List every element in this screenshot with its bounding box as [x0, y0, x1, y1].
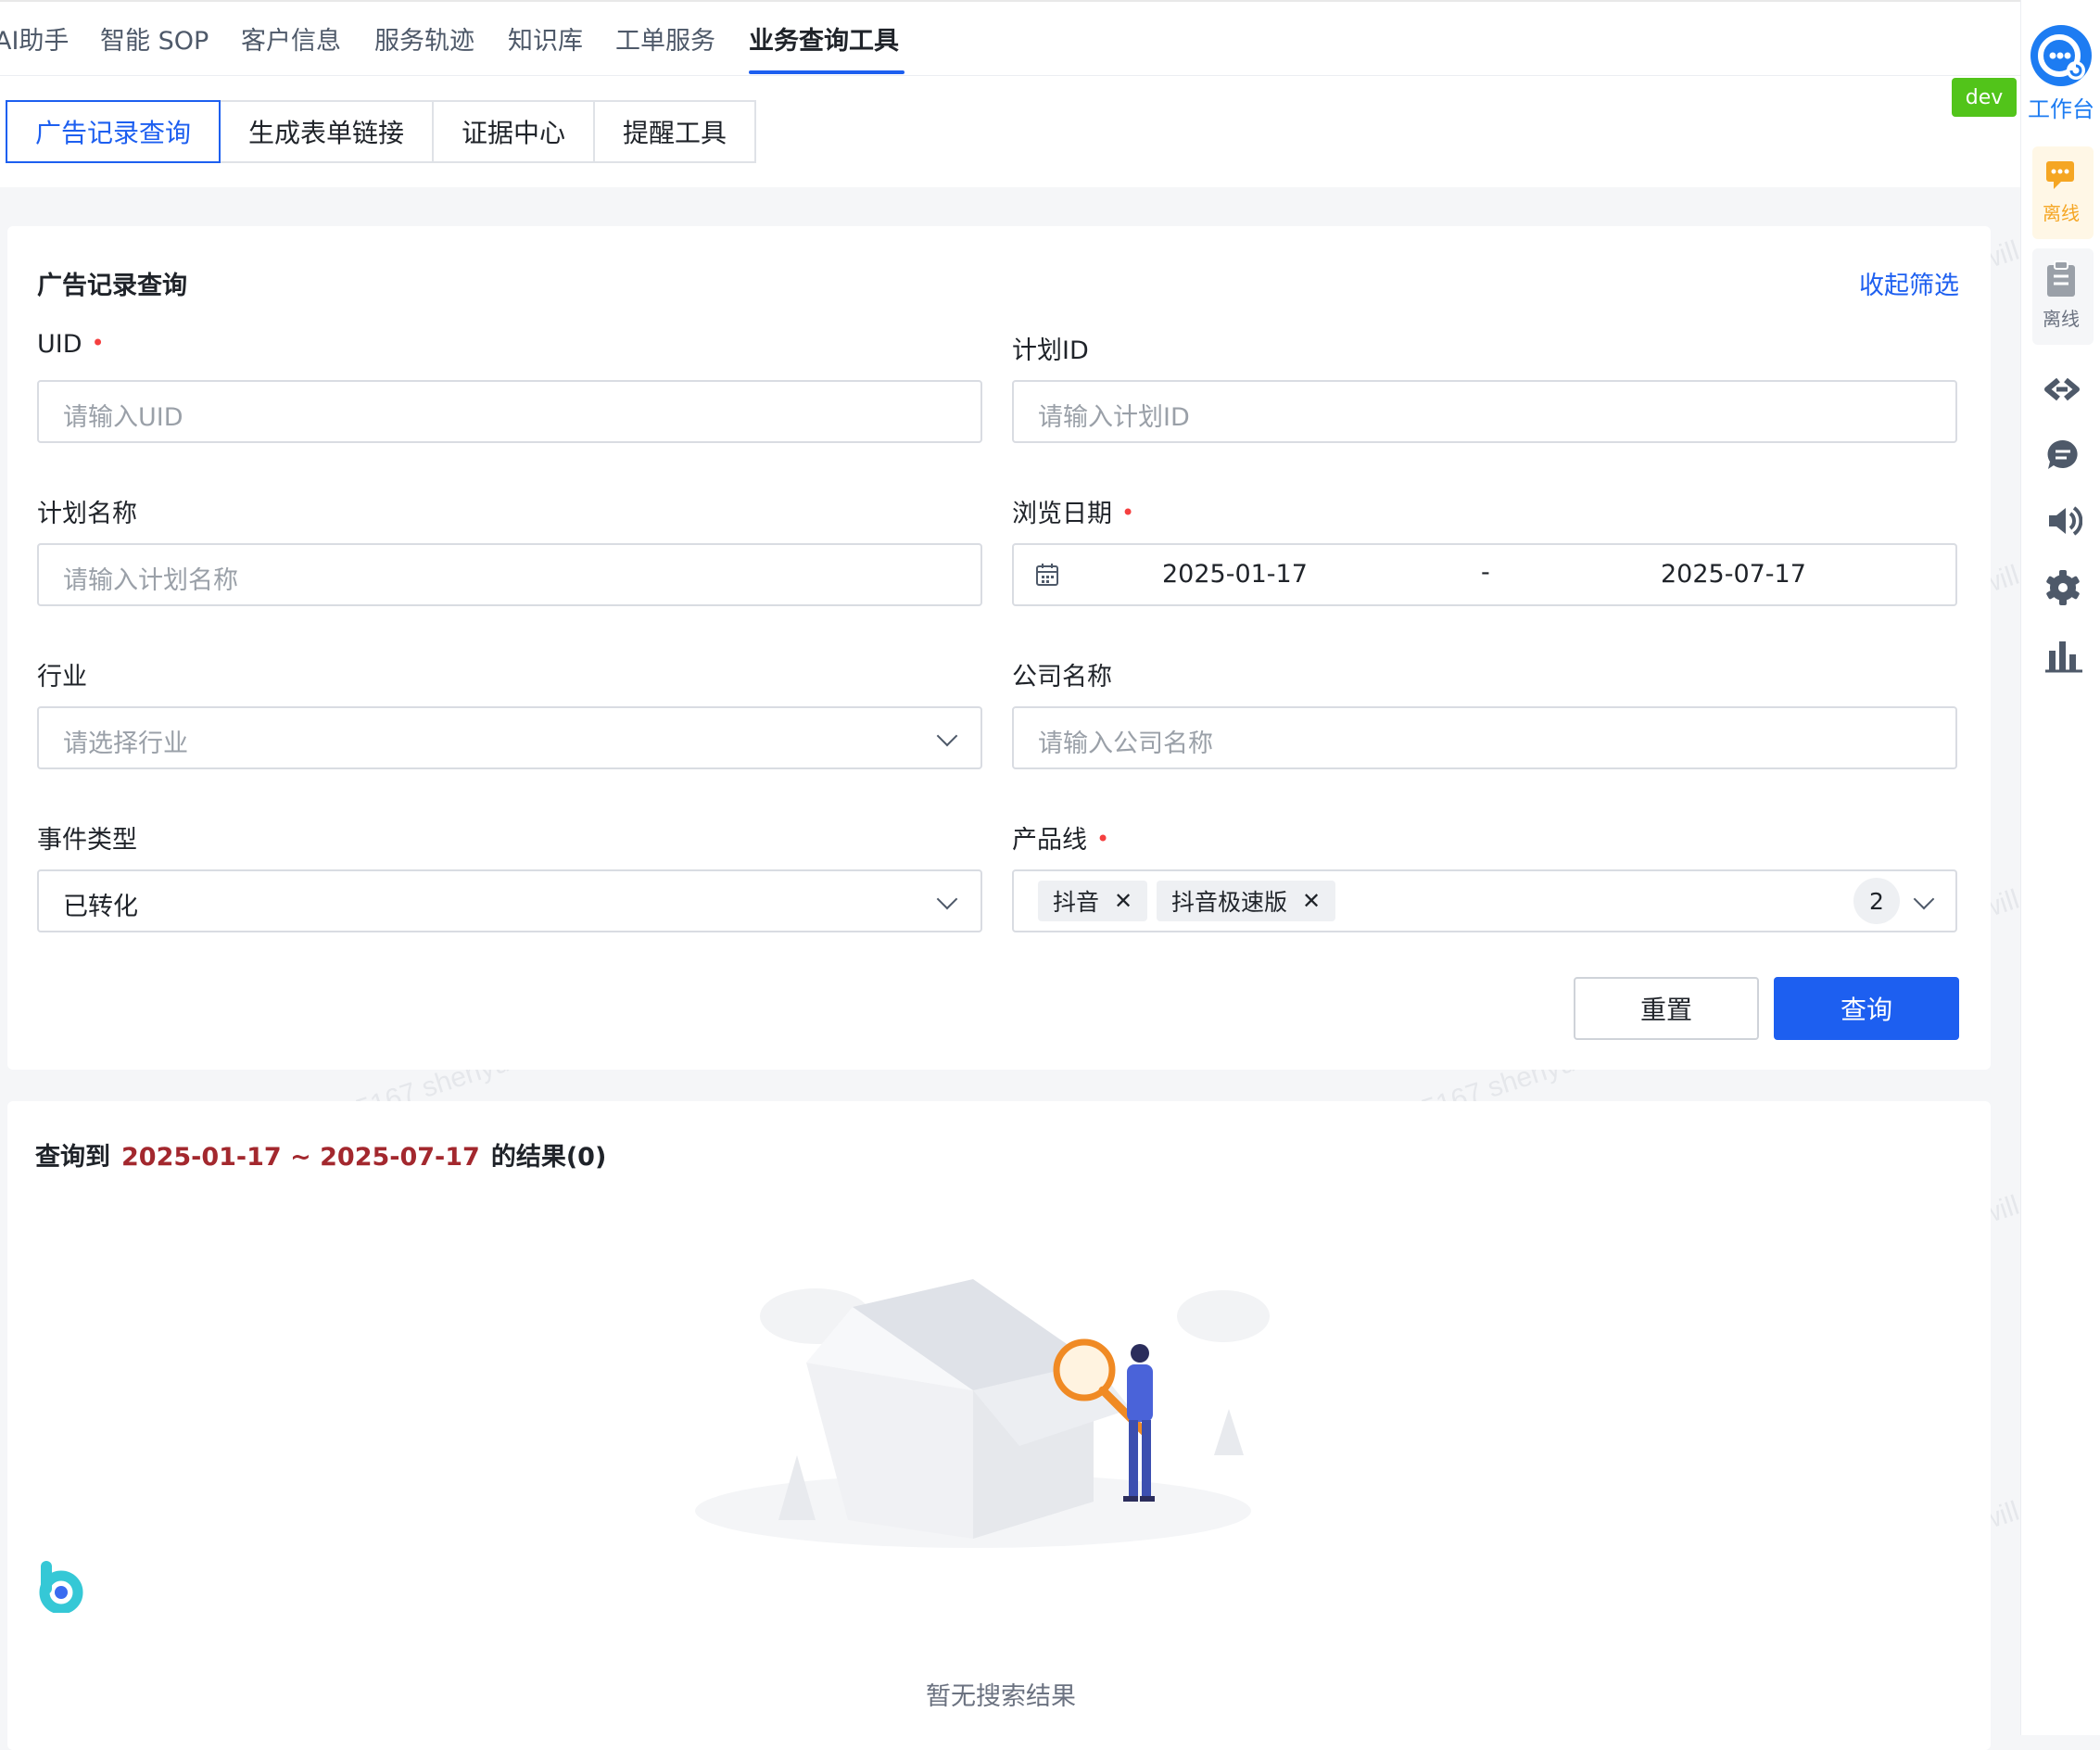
- uid-label: UID •: [37, 330, 105, 359]
- calendar-icon: [1036, 564, 1058, 586]
- chat-bubble-icon: [2046, 161, 2074, 189]
- product-line-select[interactable]: 抖音 ✕ 抖音极速版 ✕ 2: [1012, 869, 1957, 932]
- subtab-ad-record-query[interactable]: 广告记录查询: [6, 100, 221, 163]
- result-prefix: 查询到: [35, 1143, 110, 1172]
- top-nav: AI助手 智能 SOP 客户信息 服务轨迹 知识库 工单服务 业务查询工具: [0, 0, 2020, 76]
- workbench-label: 工作台: [2028, 96, 2094, 122]
- industry-select[interactable]: 请选择行业: [37, 706, 982, 769]
- tab-knowledge-base[interactable]: 知识库: [508, 20, 583, 57]
- subtab-generate-form-link[interactable]: 生成表单链接: [219, 100, 434, 163]
- uid-placeholder: 请输入UID: [63, 403, 183, 432]
- result-suffix: 的结果(0): [490, 1143, 607, 1172]
- date-end[interactable]: 2025-07-17: [1661, 560, 1806, 589]
- chevron-down-icon: [936, 888, 958, 910]
- env-badge: dev: [1952, 78, 2017, 117]
- event-type-select[interactable]: 已转化: [37, 869, 982, 932]
- reset-button[interactable]: 重置: [1574, 977, 1759, 1040]
- offline-chat-status[interactable]: 离线: [2032, 146, 2094, 239]
- industry-label: 行业: [37, 663, 87, 691]
- filter-title: 广告记录查询: [37, 272, 187, 300]
- result-date-range: 2025-01-17 ~ 2025-07-17: [121, 1143, 480, 1172]
- query-button[interactable]: 查询: [1774, 977, 1959, 1040]
- collapse-filter-link[interactable]: 收起筛选: [1859, 265, 1959, 301]
- subtab-reminder-tool[interactable]: 提醒工具: [593, 100, 756, 163]
- product-line-label-text: 产品线: [1012, 826, 1087, 855]
- company-name-placeholder: 请输入公司名称: [1038, 729, 1213, 758]
- workbench-entry[interactable]: 工作台: [2021, 22, 2100, 123]
- product-line-label: 产品线 •: [1012, 819, 1109, 856]
- empty-box-illustration: [695, 1279, 1270, 1548]
- event-type-value: 已转化: [63, 893, 138, 921]
- offline-chat-item: 离线: [2021, 156, 2100, 225]
- active-tab-indicator: [749, 70, 905, 74]
- industry-placeholder: 请选择行业: [63, 729, 188, 758]
- tab-business-query[interactable]: 业务查询工具: [749, 20, 899, 57]
- uid-input[interactable]: 请输入UID: [37, 380, 982, 443]
- tab-smart-sop[interactable]: 智能 SOP: [100, 20, 209, 57]
- uid-label-text: UID: [37, 330, 82, 359]
- plan-name-input[interactable]: 请输入计划名称: [37, 543, 982, 606]
- close-icon[interactable]: ✕: [1114, 888, 1132, 914]
- empty-state-text: 暂无搜索结果: [926, 1682, 1076, 1711]
- tab-customer-info[interactable]: 客户信息: [241, 20, 341, 57]
- bar-chart-icon[interactable]: [2045, 638, 2082, 673]
- message-icon[interactable]: [2045, 438, 2081, 473]
- tab-ticket-service[interactable]: 工单服务: [615, 20, 715, 57]
- product-tag: 抖音 ✕: [1038, 881, 1148, 921]
- plan-id-label: 计划ID: [1012, 336, 1089, 365]
- offline-doc-item: 离线: [2021, 260, 2100, 331]
- tab-ai-assistant[interactable]: AI助手: [0, 20, 69, 57]
- plan-id-input[interactable]: 请输入计划ID: [1012, 380, 1957, 443]
- speaker-icon[interactable]: [2045, 502, 2082, 539]
- chevron-down-icon: [1913, 888, 1935, 910]
- offline-label: 离线: [2043, 308, 2080, 330]
- selected-count-badge: 2: [1853, 878, 1900, 924]
- plan-id-placeholder: 请输入计划ID: [1038, 403, 1190, 432]
- product-tag-label: 抖音极速版: [1171, 889, 1288, 916]
- chevron-down-icon: [936, 725, 958, 747]
- date-separator: -: [1481, 558, 1490, 587]
- plan-name-placeholder: 请输入计划名称: [63, 566, 238, 595]
- offline-doc-status[interactable]: 离线: [2032, 248, 2094, 345]
- browse-date-range-picker[interactable]: 2025-01-17 - 2025-07-17: [1012, 543, 1957, 606]
- sub-tab-bar: 广告记录查询 生成表单链接 证据中心 提醒工具: [0, 76, 2020, 187]
- link-icon[interactable]: [2043, 373, 2081, 406]
- company-name-input[interactable]: 请输入公司名称: [1012, 706, 1957, 769]
- browse-date-label: 浏览日期 •: [1012, 493, 1134, 529]
- tab-service-track[interactable]: 服务轨迹: [374, 20, 474, 57]
- result-summary: 查询到 2025-01-17 ~ 2025-07-17 的结果(0): [35, 1136, 606, 1173]
- close-icon[interactable]: ✕: [1302, 888, 1321, 914]
- required-mark: •: [1096, 826, 1110, 852]
- clipboard-icon: [2047, 260, 2075, 297]
- right-rail: 工作台 离线 离线: [2020, 0, 2100, 1735]
- required-mark: •: [1121, 500, 1135, 526]
- gear-icon[interactable]: [2044, 569, 2081, 606]
- company-name-label: 公司名称: [1012, 663, 1112, 691]
- filter-card: 广告记录查询 收起筛选 UID • 请输入UID 计划ID 请输入计划ID 计划名…: [7, 226, 1991, 1070]
- product-tag: 抖音极速版 ✕: [1157, 881, 1336, 921]
- event-type-label: 事件类型: [37, 826, 137, 855]
- required-mark: •: [91, 330, 105, 356]
- browse-date-label-text: 浏览日期: [1012, 500, 1112, 528]
- date-start[interactable]: 2025-01-17: [1162, 560, 1308, 589]
- plan-name-label: 计划名称: [37, 500, 137, 528]
- workbench-chat-icon: [2030, 25, 2092, 86]
- product-tag-label: 抖音: [1053, 889, 1100, 916]
- subtab-evidence-center[interactable]: 证据中心: [432, 100, 595, 163]
- brand-logo: [39, 1561, 83, 1613]
- offline-label: 离线: [2043, 202, 2080, 224]
